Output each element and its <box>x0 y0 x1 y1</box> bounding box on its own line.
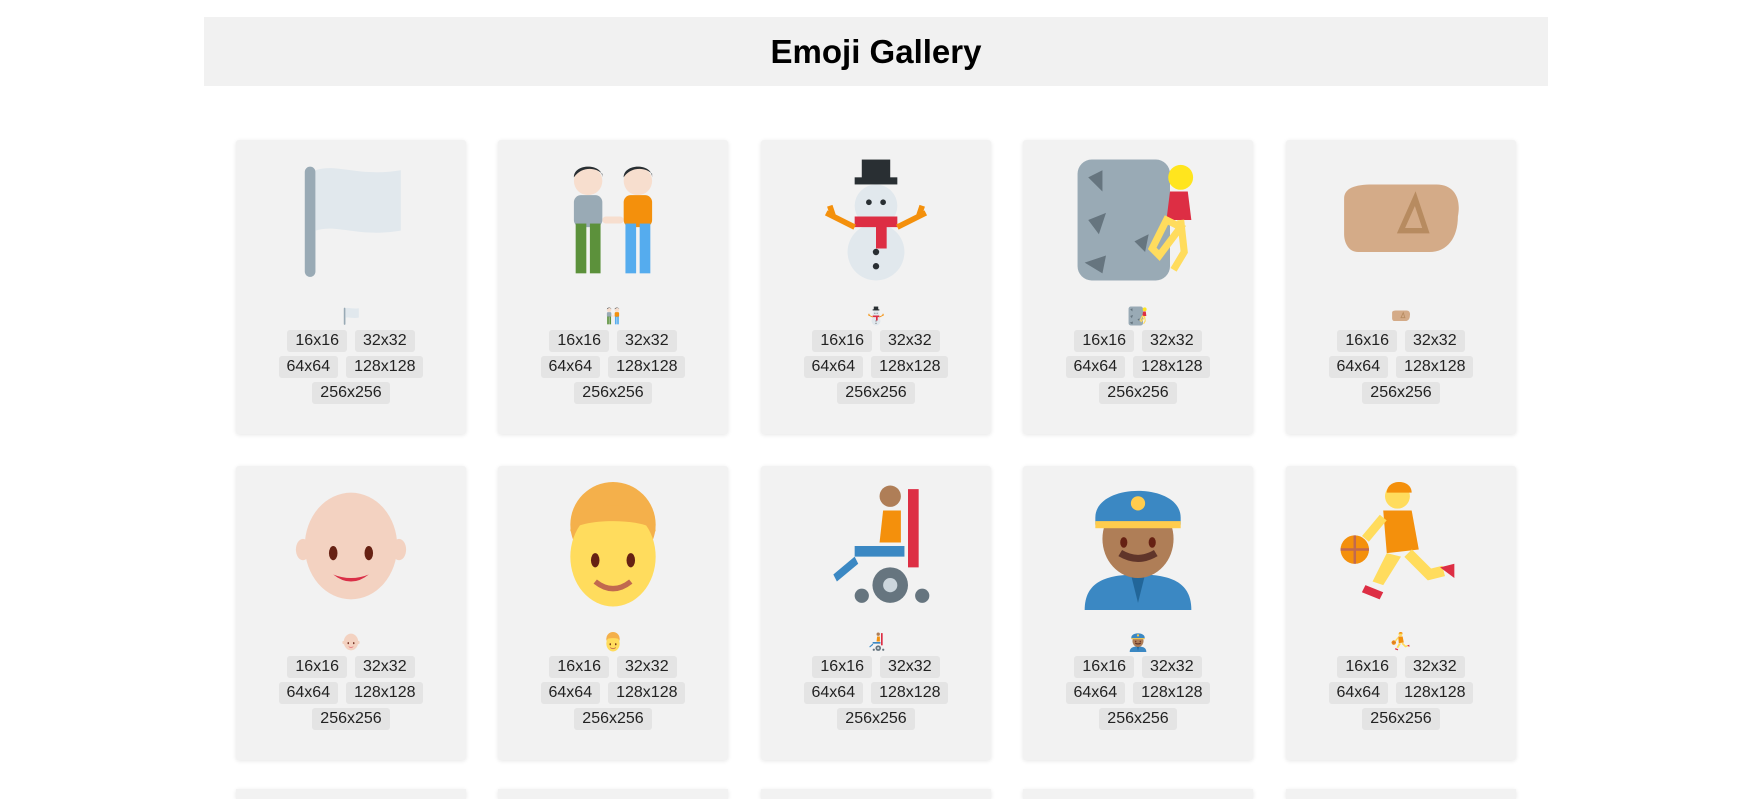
size-button-32x32[interactable]: 32x32 <box>617 330 677 352</box>
size-button-64x64[interactable]: 64x64 <box>278 682 339 704</box>
card-peek <box>1286 789 1516 799</box>
size-button-256x256[interactable]: 256x256 <box>312 708 390 730</box>
size-button-16x16[interactable]: 16x16 <box>1074 330 1134 352</box>
emoji-card: 16x16 32x32 64x64 128x128 256x256 <box>236 140 466 434</box>
size-options: 16x16 32x32 64x64 128x128 256x256 <box>236 330 466 408</box>
police-officer-icon <box>1074 482 1202 610</box>
size-button-16x16[interactable]: 16x16 <box>549 656 609 678</box>
emoji-card: 16x16 32x32 64x64 128x128 256x256 <box>498 140 728 434</box>
size-options: 16x16 32x32 64x64 128x128 256x256 <box>761 656 991 734</box>
size-button-16x16[interactable]: 16x16 <box>287 330 347 352</box>
curly-haired-person-icon <box>549 482 677 610</box>
size-options: 16x16 32x32 64x64 128x128 256x256 <box>1023 656 1253 734</box>
size-button-64x64[interactable]: 64x64 <box>540 682 601 704</box>
size-button-32x32[interactable]: 32x32 <box>880 656 940 678</box>
emoji-card: 16x16 32x32 64x64 128x128 256x256 <box>236 466 466 760</box>
person-climbing-icon <box>1074 156 1202 284</box>
size-button-16x16[interactable]: 16x16 <box>1337 330 1397 352</box>
size-button-128x128[interactable]: 128x128 <box>1396 682 1474 704</box>
emoji-card: 16x16 32x32 64x64 128x128 256x256 <box>1023 140 1253 434</box>
emoji-card: 16x16 32x32 64x64 128x128 256x256 <box>761 140 991 434</box>
emoji-card: 16x16 32x32 64x64 128x128 256x256 <box>761 466 991 760</box>
people-holding-hands-icon <box>603 306 623 326</box>
size-button-256x256[interactable]: 256x256 <box>574 382 652 404</box>
snowman-icon <box>866 306 886 326</box>
right-facing-fist-icon <box>1337 156 1465 284</box>
card-peek <box>1023 789 1253 799</box>
size-button-16x16[interactable]: 16x16 <box>549 330 609 352</box>
size-button-128x128[interactable]: 128x128 <box>1396 356 1474 378</box>
size-button-64x64[interactable]: 64x64 <box>278 356 339 378</box>
size-button-32x32[interactable]: 32x32 <box>1142 656 1202 678</box>
bald-person-icon <box>287 482 415 610</box>
size-button-128x128[interactable]: 128x128 <box>346 682 424 704</box>
people-holding-hands-icon <box>549 156 677 284</box>
size-button-16x16[interactable]: 16x16 <box>1074 656 1134 678</box>
size-options: 16x16 32x32 64x64 128x128 256x256 <box>1023 330 1253 408</box>
person-bouncing-ball-icon <box>1337 482 1465 610</box>
size-options: 16x16 32x32 64x64 128x128 256x256 <box>236 656 466 734</box>
person-climbing-icon <box>1128 306 1148 326</box>
size-button-64x64[interactable]: 64x64 <box>1065 682 1126 704</box>
bald-person-icon <box>341 632 361 652</box>
emoji-card: 16x16 32x32 64x64 128x128 256x256 <box>498 466 728 760</box>
emoji-card: 16x16 32x32 64x64 128x128 256x256 <box>1023 466 1253 760</box>
size-button-16x16[interactable]: 16x16 <box>287 656 347 678</box>
size-button-16x16[interactable]: 16x16 <box>812 656 872 678</box>
size-button-32x32[interactable]: 32x32 <box>1405 330 1465 352</box>
emoji-card: 16x16 32x32 64x64 128x128 256x256 <box>1286 466 1516 760</box>
white-flag-icon <box>287 156 415 284</box>
person-bouncing-ball-icon <box>1391 632 1411 652</box>
card-peek <box>236 789 466 799</box>
size-button-128x128[interactable]: 128x128 <box>346 356 424 378</box>
size-button-256x256[interactable]: 256x256 <box>1362 708 1440 730</box>
person-in-motorized-wheelchair-icon <box>812 482 940 610</box>
size-button-32x32[interactable]: 32x32 <box>880 330 940 352</box>
size-button-64x64[interactable]: 64x64 <box>1328 356 1389 378</box>
size-options: 16x16 32x32 64x64 128x128 256x256 <box>761 330 991 408</box>
size-button-128x128[interactable]: 128x128 <box>608 682 686 704</box>
size-button-32x32[interactable]: 32x32 <box>355 656 415 678</box>
police-officer-icon <box>1128 632 1148 652</box>
card-peek <box>498 789 728 799</box>
page-title: Emoji Gallery <box>770 32 982 70</box>
size-button-256x256[interactable]: 256x256 <box>837 708 915 730</box>
size-button-64x64[interactable]: 64x64 <box>540 356 601 378</box>
curly-haired-person-icon <box>603 632 623 652</box>
page-header: Emoji Gallery <box>204 17 1548 86</box>
right-facing-fist-icon <box>1391 306 1411 326</box>
size-button-64x64[interactable]: 64x64 <box>803 682 864 704</box>
size-button-128x128[interactable]: 128x128 <box>871 682 949 704</box>
size-button-32x32[interactable]: 32x32 <box>617 656 677 678</box>
card-peek <box>761 789 991 799</box>
size-button-128x128[interactable]: 128x128 <box>608 356 686 378</box>
size-button-256x256[interactable]: 256x256 <box>312 382 390 404</box>
size-button-32x32[interactable]: 32x32 <box>1405 656 1465 678</box>
size-button-256x256[interactable]: 256x256 <box>1362 382 1440 404</box>
size-button-16x16[interactable]: 16x16 <box>1337 656 1397 678</box>
white-flag-icon <box>341 306 361 326</box>
size-button-64x64[interactable]: 64x64 <box>1328 682 1389 704</box>
size-button-256x256[interactable]: 256x256 <box>837 382 915 404</box>
size-options: 16x16 32x32 64x64 128x128 256x256 <box>498 330 728 408</box>
size-button-256x256[interactable]: 256x256 <box>1099 382 1177 404</box>
size-button-256x256[interactable]: 256x256 <box>1099 708 1177 730</box>
size-button-256x256[interactable]: 256x256 <box>574 708 652 730</box>
size-button-64x64[interactable]: 64x64 <box>1065 356 1126 378</box>
size-button-128x128[interactable]: 128x128 <box>1133 682 1211 704</box>
person-in-motorized-wheelchair-icon <box>866 632 886 652</box>
emoji-card: 16x16 32x32 64x64 128x128 256x256 <box>1286 140 1516 434</box>
size-button-32x32[interactable]: 32x32 <box>1142 330 1202 352</box>
size-button-16x16[interactable]: 16x16 <box>812 330 872 352</box>
size-options: 16x16 32x32 64x64 128x128 256x256 <box>1286 330 1516 408</box>
size-options: 16x16 32x32 64x64 128x128 256x256 <box>498 656 728 734</box>
size-button-32x32[interactable]: 32x32 <box>355 330 415 352</box>
size-button-128x128[interactable]: 128x128 <box>871 356 949 378</box>
size-button-64x64[interactable]: 64x64 <box>803 356 864 378</box>
size-options: 16x16 32x32 64x64 128x128 256x256 <box>1286 656 1516 734</box>
snowman-icon <box>812 156 940 284</box>
size-button-128x128[interactable]: 128x128 <box>1133 356 1211 378</box>
